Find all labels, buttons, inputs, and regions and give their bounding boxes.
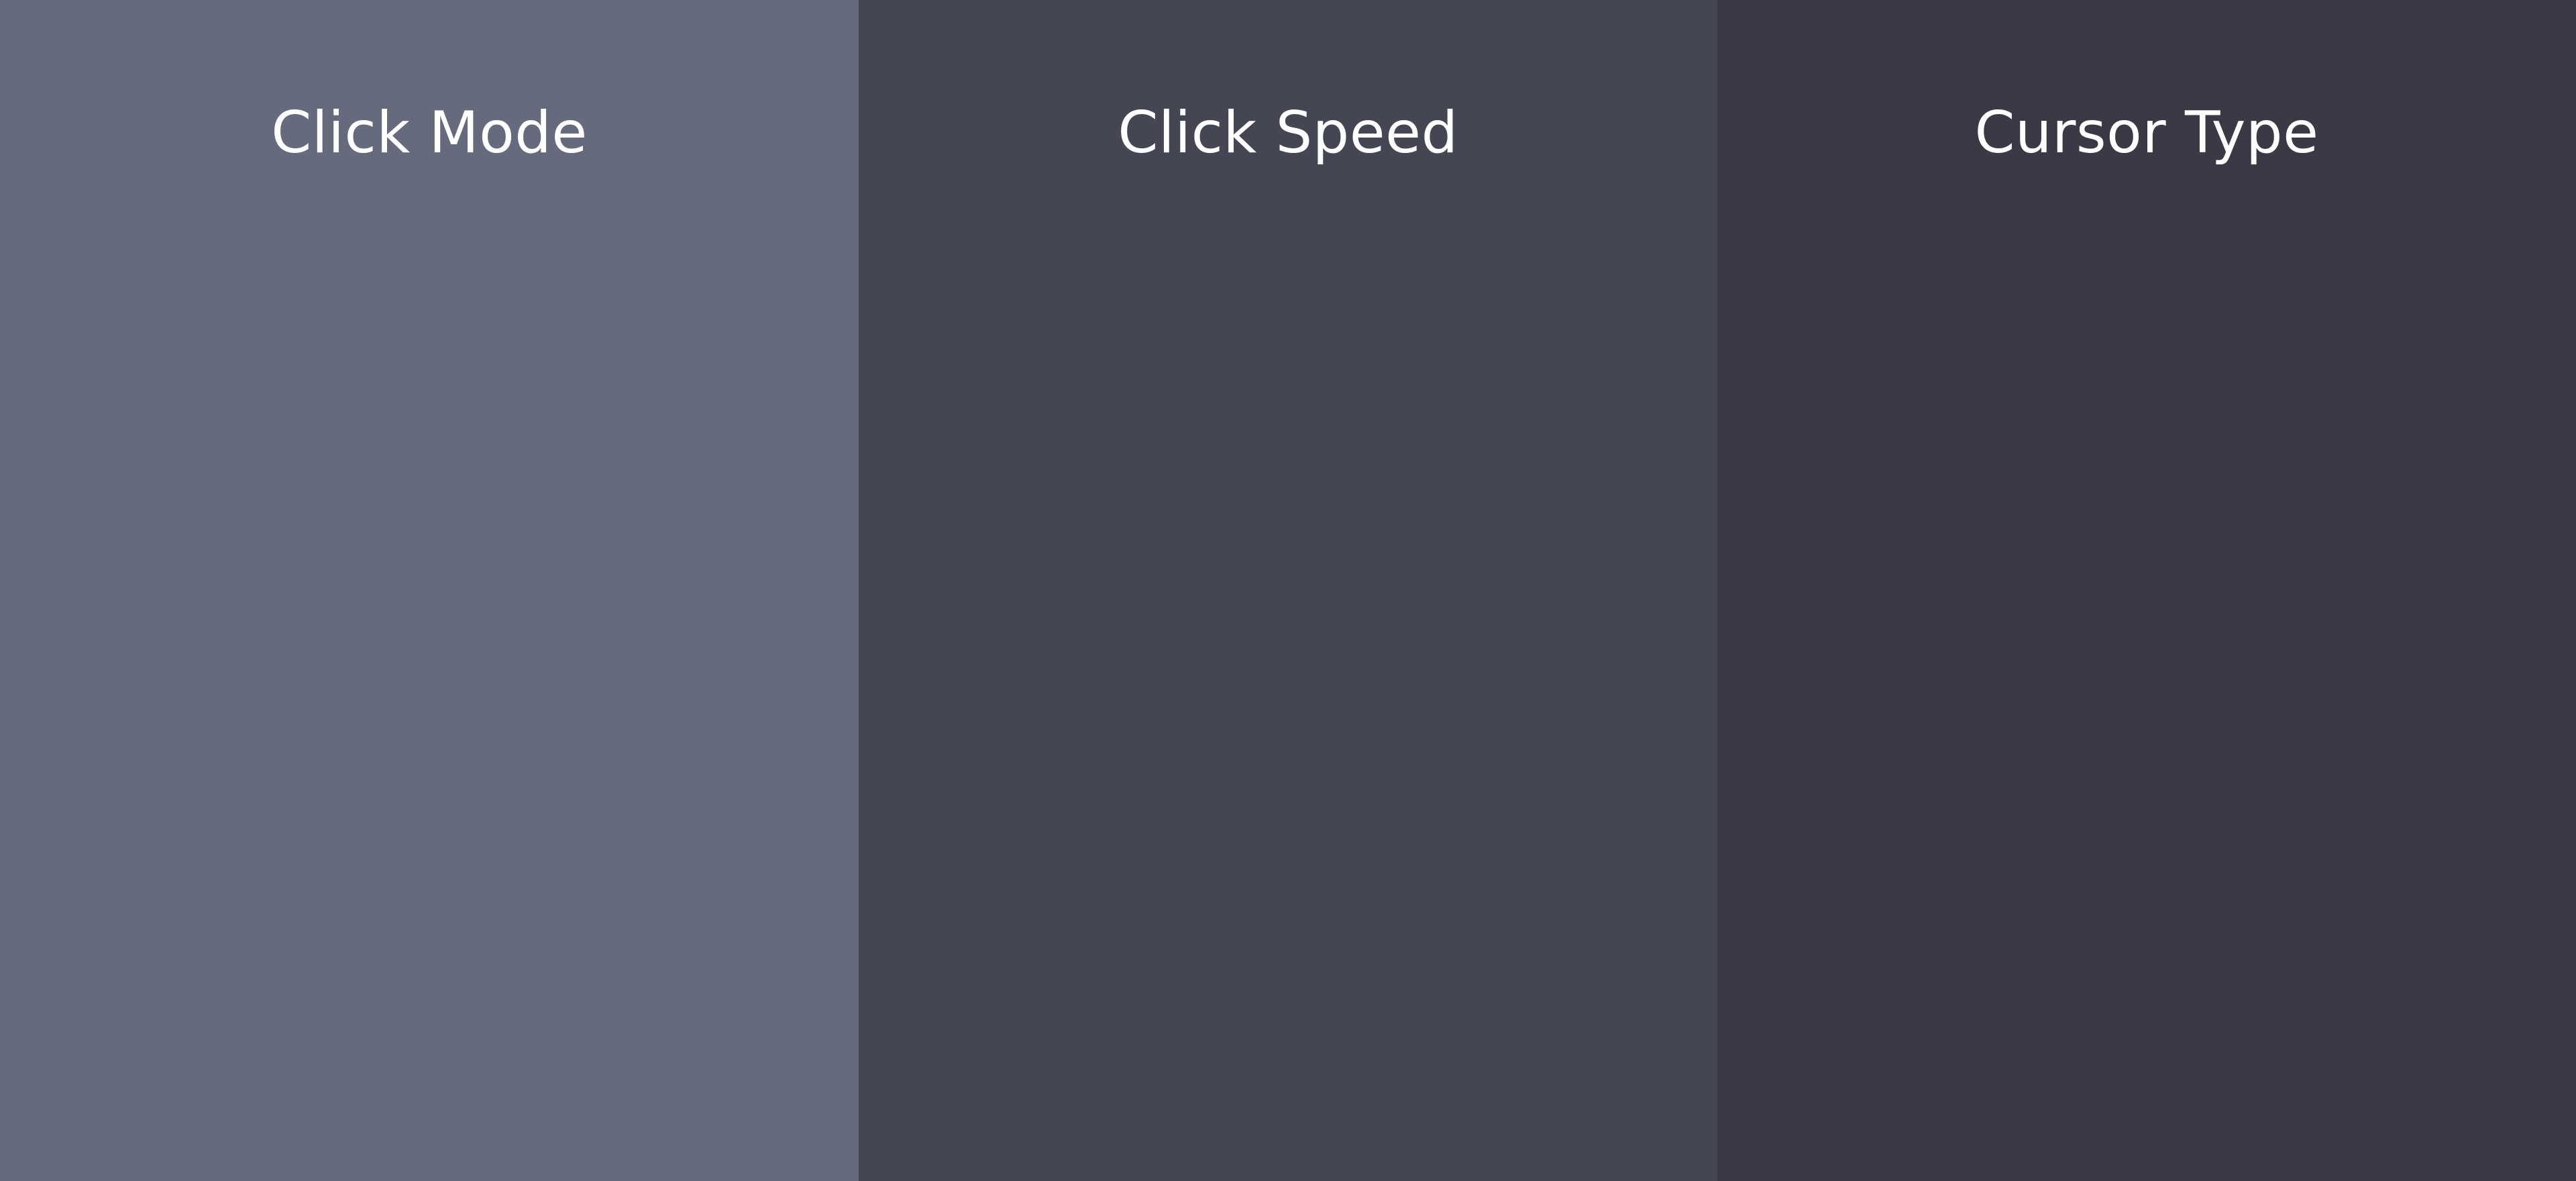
click-mode-panel[interactable]: Click Mode (0, 0, 859, 1181)
cursor-type-panel[interactable]: Cursor Type (1717, 0, 2576, 1181)
click-speed-panel[interactable]: Click Speed (859, 0, 1717, 1181)
cursor-type-title: Cursor Type (1974, 99, 2319, 166)
click-mode-title: Click Mode (271, 99, 588, 166)
click-speed-title: Click Speed (1118, 99, 1458, 166)
settings-panels: Click Mode Click Speed Cursor Type (0, 0, 2576, 1181)
